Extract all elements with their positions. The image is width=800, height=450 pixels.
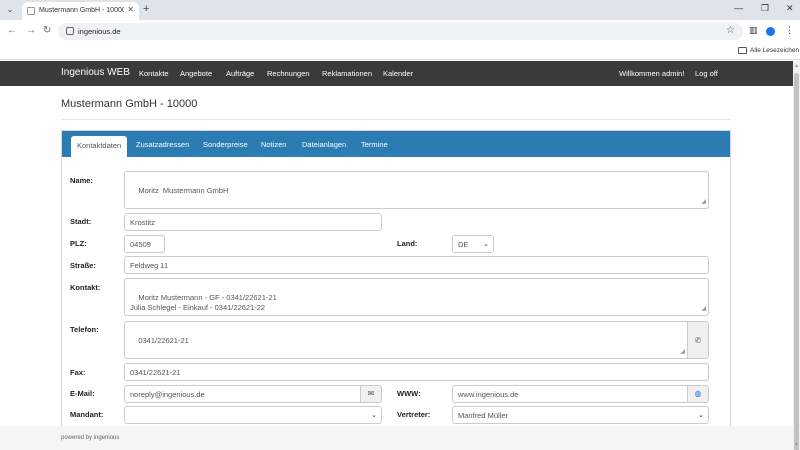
welcome-text[interactable]: Willkommen admin! <box>619 69 684 78</box>
brand-logo[interactable]: Ingenious WEB <box>61 67 130 78</box>
tab-notizen[interactable]: Notizen <box>261 140 286 149</box>
name-label: Name: <box>70 176 93 185</box>
address-bar: ← → ↻ ingenious.de ☆ ▥ ⋮ <box>0 20 800 43</box>
phone-icon: ✆ <box>694 336 702 345</box>
bookmark-star-icon[interactable]: ☆ <box>726 25 735 36</box>
forward-icon[interactable]: → <box>26 25 36 36</box>
land-select[interactable]: DE ⌄ <box>452 235 494 253</box>
kontakt-label: Kontakt: <box>70 283 101 292</box>
scroll-up-icon[interactable]: ▲ <box>794 63 799 69</box>
nav-kontakte[interactable]: Kontakte <box>139 69 169 78</box>
tab-kontaktdaten[interactable]: Kontaktdaten <box>71 136 128 157</box>
telefon-field[interactable]: 0341/22621-21 ◢ <box>124 321 688 359</box>
email-value: noreply@ingenious.de <box>130 390 205 399</box>
tab-termine[interactable]: Termine <box>361 140 388 149</box>
tab-zusatzadressen[interactable]: Zusatzadressen <box>136 140 189 149</box>
tab-search-icon[interactable]: ⌄ <box>5 5 15 15</box>
scroll-thumb[interactable] <box>794 73 799 450</box>
title-divider <box>61 119 731 120</box>
kontakt-field[interactable]: Moritz Mustermann - GF - 0341/22621-21 J… <box>124 278 709 316</box>
name-value: Moritz Mustermann GmbH <box>138 186 229 195</box>
fax-field[interactable]: 0341/22621-21 <box>124 363 709 381</box>
plz-field[interactable]: 04509 <box>124 235 165 253</box>
phone-call-button[interactable]: ✆ <box>687 321 709 359</box>
folder-icon[interactable] <box>738 47 747 54</box>
restore-icon[interactable]: ❐ <box>761 3 769 14</box>
close-tab-icon[interactable]: ✕ <box>127 5 134 14</box>
browser-tabstrip: ⌄ Mustermann GmbH - 10000 - Ingenious WE… <box>0 0 800 20</box>
open-website-button[interactable]: ◍ <box>687 385 709 403</box>
page-scrollbar[interactable]: ▲ ▼ <box>793 61 800 450</box>
telefon-label: Telefon: <box>70 325 99 334</box>
site-info-icon[interactable] <box>66 27 74 35</box>
page-title: Mustermann GmbH - 10000 <box>61 98 198 110</box>
land-value: DE <box>458 240 469 249</box>
url-text[interactable]: ingenious.de <box>78 27 121 36</box>
strasse-field[interactable]: Feldweg 11 <box>124 256 709 274</box>
chrome-menu-icon[interactable]: ⋮ <box>785 25 794 36</box>
logoff-link[interactable]: Log off <box>695 69 718 78</box>
chevron-down-icon: ⌄ <box>371 412 377 419</box>
email-field[interactable]: noreply@ingenious.de <box>124 385 361 403</box>
resize-grip-icon[interactable]: ◢ <box>680 347 685 357</box>
telefon-value: 0341/22621-21 <box>138 336 189 345</box>
app-navbar: Ingenious WEB Kontakte Angebote Aufträge… <box>0 61 800 86</box>
fax-value: 0341/22621-21 <box>130 368 181 377</box>
land-label: Land: <box>397 239 418 248</box>
strasse-label: Straße: <box>70 261 96 270</box>
mandant-label: Mandant: <box>70 410 104 419</box>
globe-icon: ◍ <box>694 389 702 398</box>
envelope-icon: ✉ <box>367 389 375 398</box>
omnibox[interactable]: ingenious.de ☆ <box>58 23 743 40</box>
vertreter-select[interactable]: Manfred Müller ⌄ <box>452 406 709 424</box>
scroll-down-icon[interactable]: ▼ <box>794 442 799 448</box>
fax-label: Fax: <box>70 368 86 377</box>
chevron-down-icon: ⌄ <box>483 241 489 248</box>
name-field[interactable]: Moritz Mustermann GmbH ◢ <box>124 171 709 209</box>
footer-text: powered by ingenious <box>61 435 120 441</box>
tab-title: Mustermann GmbH - 10000 - Ingenious WEB <box>39 7 124 14</box>
browser-tab[interactable]: Mustermann GmbH - 10000 - Ingenious WEB … <box>22 2 139 20</box>
nav-angebote[interactable]: Angebote <box>180 69 212 78</box>
vertreter-label: Vertreter: <box>397 410 431 419</box>
page-footer: powered by ingenious <box>0 426 793 450</box>
chevron-down-icon: ⌄ <box>698 412 704 419</box>
strasse-value: Feldweg 11 <box>130 261 169 270</box>
nav-kalender[interactable]: Kalender <box>383 69 413 78</box>
kontakt-value: Moritz Mustermann - GF - 0341/22621-21 J… <box>130 293 277 312</box>
mandant-select[interactable]: ⌄ <box>124 406 382 424</box>
stadt-value: Krostitz <box>130 218 156 227</box>
plz-value: 04509 <box>130 240 151 249</box>
nav-rechnungen[interactable]: Rechnungen <box>267 69 310 78</box>
resize-grip-icon[interactable]: ◢ <box>701 304 706 314</box>
send-mail-button[interactable]: ✉ <box>360 385 382 403</box>
email-label: E-Mail: <box>70 389 95 398</box>
back-icon[interactable]: ← <box>7 25 17 36</box>
side-panel-icon[interactable]: ▥ <box>749 25 758 36</box>
favicon-icon <box>27 7 35 15</box>
window-close-icon[interactable]: ✕ <box>786 3 794 14</box>
all-bookmarks-link[interactable]: Alle Lesezeichen <box>750 47 799 54</box>
contact-panel: Kontaktdaten Zusatzadressen Sonderpreise… <box>61 130 731 450</box>
bookmarks-bar: Alle Lesezeichen <box>0 43 800 60</box>
panel-tabs: Kontaktdaten Zusatzadressen Sonderpreise… <box>62 131 730 157</box>
profile-avatar-icon[interactable] <box>766 27 775 36</box>
new-tab-icon[interactable]: + <box>143 3 149 15</box>
vertreter-value: Manfred Müller <box>458 411 509 420</box>
tab-sonderpreise[interactable]: Sonderpreise <box>203 140 248 149</box>
minimize-icon[interactable]: — <box>734 3 743 13</box>
nav-reklamationen[interactable]: Reklamationen <box>322 69 372 78</box>
www-field[interactable]: www.ingenious.de <box>452 385 688 403</box>
www-label: WWW: <box>397 389 421 398</box>
resize-grip-icon[interactable]: ◢ <box>701 197 706 207</box>
plz-label: PLZ: <box>70 239 87 248</box>
nav-auftraege[interactable]: Aufträge <box>226 69 254 78</box>
stadt-field[interactable]: Krostitz <box>124 213 382 231</box>
reload-icon[interactable]: ↻ <box>43 25 51 36</box>
www-value: www.ingenious.de <box>458 390 519 399</box>
tab-dateianlagen[interactable]: Dateianlagen <box>302 140 346 149</box>
stadt-label: Stadt: <box>70 217 92 226</box>
